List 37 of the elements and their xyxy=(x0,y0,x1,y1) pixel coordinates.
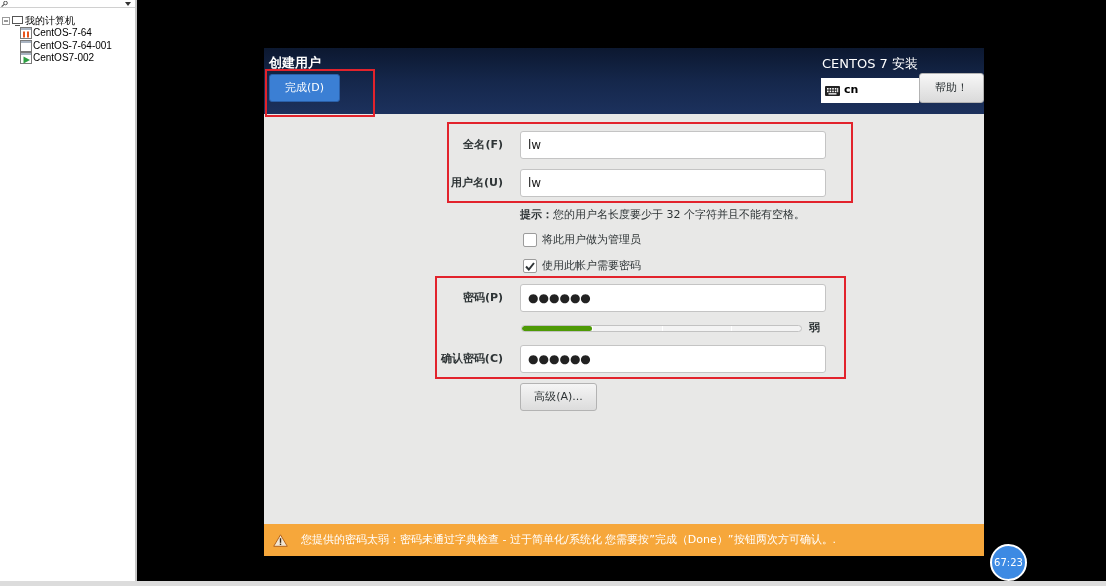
checkbox[interactable] xyxy=(523,259,537,273)
window-icon xyxy=(20,39,32,52)
warning-icon xyxy=(273,533,288,547)
keyboard-layout-value: cn xyxy=(844,82,859,99)
monitor-icon xyxy=(12,15,23,26)
window-title: 创建用户 xyxy=(269,54,322,72)
tree-item[interactable]: CentOS-7-64-001 xyxy=(33,39,112,52)
hint-text: 提示：您的用户名长度要少于 32 个字符并且不能有空格。 xyxy=(520,208,805,222)
checkbox[interactable] xyxy=(523,233,537,247)
checkbox-label[interactable]: 将此用户做为管理员 xyxy=(542,231,641,249)
input-field[interactable]: ●●●●●● xyxy=(520,284,826,312)
collapse-icon[interactable] xyxy=(2,16,10,25)
keyboard-layout-field[interactable]: cn xyxy=(821,78,919,103)
window-play-icon xyxy=(20,52,32,65)
tree-item[interactable]: CentOS-7-64 xyxy=(33,27,92,40)
input-field[interactable]: lw xyxy=(520,131,826,159)
advanced-button[interactable]: 高级(A)... xyxy=(520,383,597,411)
tree-item[interactable]: 我的计算机 xyxy=(25,14,75,27)
search-icon xyxy=(1,0,8,7)
help-button[interactable]: 帮助！ xyxy=(919,73,984,103)
field-label: 确认密码(C) xyxy=(439,350,503,367)
strength-label: 弱 xyxy=(809,319,820,336)
done-button[interactable]: 完成(D) xyxy=(269,74,340,102)
keyboard-icon xyxy=(825,85,840,96)
field-label: 密码(P) xyxy=(461,289,503,306)
input-field[interactable]: lw xyxy=(520,169,826,197)
search-field[interactable] xyxy=(0,0,135,8)
product-title: CENTOS 7 安装 xyxy=(821,55,918,73)
window-pause-icon xyxy=(20,27,32,40)
tree-item[interactable]: CentOS7-002 xyxy=(33,52,95,65)
field-label: 全名(F) xyxy=(462,136,503,153)
caret-icon[interactable] xyxy=(125,1,131,6)
checkbox-label[interactable]: 使用此帐户需要密码 xyxy=(542,257,641,275)
warning-message: 您提供的密码太弱：密码未通过字典检查 - 过于简单化/系统化 您需要按”完成（Done）”按钮两次方可确认。. xyxy=(301,531,836,548)
checkmark-icon xyxy=(525,261,535,271)
field-label: 用户名(U) xyxy=(450,174,503,191)
input-field[interactable]: ●●●●●● xyxy=(520,345,826,373)
